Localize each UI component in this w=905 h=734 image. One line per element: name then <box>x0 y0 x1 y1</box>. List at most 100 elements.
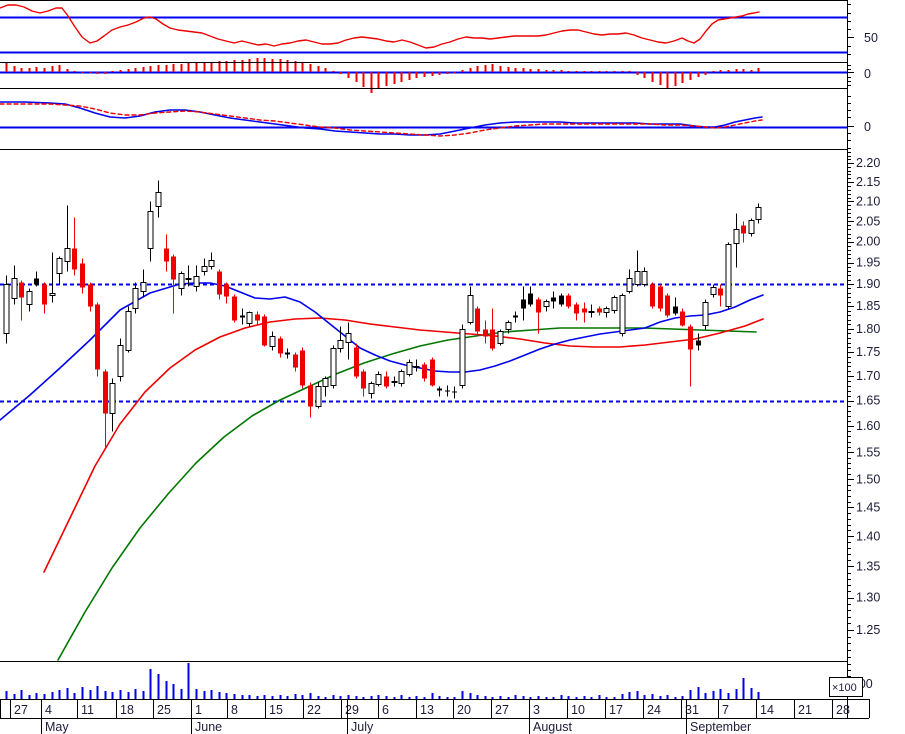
candle-body-black <box>551 297 556 302</box>
candle-body-down <box>483 329 488 337</box>
macd-line <box>0 101 763 136</box>
week-label: 6 <box>382 703 389 717</box>
week-label: 28 <box>836 703 850 717</box>
month-label: September <box>690 720 751 734</box>
candle-body-down <box>103 371 108 414</box>
macd-scale-label: 0 <box>864 120 871 134</box>
candle-body-up <box>246 312 253 324</box>
candle-body-down <box>255 314 260 321</box>
candle-body-down <box>658 286 663 309</box>
candle-body-down <box>680 311 685 326</box>
price-scale-label: 1.35 <box>856 559 880 573</box>
month-label: June <box>195 720 222 734</box>
week-label: 21 <box>798 703 812 717</box>
candle-body-down <box>650 284 655 307</box>
ma-green-200 <box>57 327 757 661</box>
candle-body-down <box>300 350 305 386</box>
week-label: 27 <box>14 703 28 717</box>
ma-red-75 <box>43 317 764 573</box>
week-label: 1 <box>195 703 202 717</box>
candle-body-down <box>19 282 24 298</box>
candle-body-up <box>208 260 215 267</box>
candle-body-black <box>240 315 245 318</box>
candle-body-up <box>178 273 185 289</box>
price-scale-label: 1.90 <box>856 277 880 291</box>
price-scale-label: 1.45 <box>856 500 880 514</box>
price-scale-label: 1.95 <box>856 256 880 270</box>
candle-body-up <box>733 229 740 244</box>
candle-body-up <box>641 271 648 285</box>
candle-body-up <box>459 329 466 386</box>
price-scale-label: 2.00 <box>856 235 880 249</box>
candle-body-up <box>269 336 276 347</box>
candle-body-up <box>330 348 337 386</box>
week-label: 13 <box>420 703 434 717</box>
price-scale-label: 1.80 <box>856 322 880 336</box>
candle-body-up <box>619 295 626 334</box>
candle-body-up <box>26 291 33 305</box>
candle-body-up <box>748 220 755 234</box>
price-scale-label: 1.40 <box>856 529 880 543</box>
candle-body-down <box>597 308 602 313</box>
candle-body-black <box>285 352 290 355</box>
candle-body-up <box>193 276 200 287</box>
price-scale-label: 1.75 <box>856 345 880 359</box>
week-label: 4 <box>45 703 52 717</box>
histogram-scale-label: 0 <box>864 67 871 81</box>
candle-body-up <box>147 211 154 249</box>
candle-body-up <box>322 378 329 387</box>
candle-body-down <box>217 271 222 295</box>
candle-body-up <box>406 362 413 375</box>
candle-body-black <box>559 295 564 305</box>
rsi-scale-label: 50 <box>864 31 878 45</box>
candle-body-down <box>354 347 359 377</box>
candle-body-black <box>528 293 533 305</box>
candle-body-down <box>422 364 427 379</box>
candle-body-up <box>626 278 633 292</box>
week-label: 20 <box>457 703 471 717</box>
stock-chart-window: 2.20 2.15 2.10 2.05 2.00 1.95 1.90 1.85 1.80 1.75… <box>0 0 905 734</box>
candle-body-up <box>497 331 504 344</box>
price-scale-label: 1.85 <box>856 299 880 313</box>
candle-body-up <box>155 192 162 207</box>
candle-body-up <box>345 333 352 343</box>
candle-body-up <box>109 383 116 414</box>
candle-body-black <box>513 315 518 318</box>
month-label: July <box>351 720 374 734</box>
macd-signal-line <box>0 103 763 137</box>
price-scale-label: 2.20 <box>856 156 880 170</box>
candle-body-black <box>34 278 39 285</box>
price-scale-label: 2.10 <box>856 194 880 208</box>
chart-svg: 2.20 2.15 2.10 2.05 2.00 1.95 1.90 1.85 1.80 1.75… <box>0 0 880 734</box>
candle-body-down <box>475 308 480 332</box>
candle-body-down <box>164 248 169 262</box>
candle-body-up <box>755 207 762 220</box>
candle-body-down <box>361 371 366 389</box>
candle-body-up <box>56 258 63 274</box>
week-label: 11 <box>81 703 94 717</box>
week-label: 22 <box>307 703 321 717</box>
candle-body-up <box>467 295 474 323</box>
candle-body-up <box>185 278 192 280</box>
candle-body-up <box>611 297 618 311</box>
week-label: 18 <box>120 703 134 717</box>
candle-body-up <box>398 371 405 384</box>
week-label: 15 <box>269 703 283 717</box>
rsi-line <box>0 4 760 49</box>
candle-body-up <box>125 311 132 351</box>
candle-body-up <box>543 301 550 307</box>
week-label: 17 <box>609 703 623 717</box>
candle-body-up <box>505 322 512 330</box>
candle-body-down <box>688 326 693 350</box>
candle-body-down <box>430 359 435 386</box>
volume-multiplier-label: ×100 <box>832 682 857 694</box>
price-scale-label: 1.60 <box>856 419 880 433</box>
price-scale-label: 1.50 <box>856 472 880 486</box>
price-scale-label: 1.65 <box>856 394 880 408</box>
candle-body-black <box>696 340 701 346</box>
week-label: 27 <box>495 703 509 717</box>
price-scale-label: 1.25 <box>856 623 880 637</box>
candle-body-down <box>536 299 541 313</box>
candle-body-down <box>224 284 229 297</box>
week-label: 3 <box>533 703 540 717</box>
